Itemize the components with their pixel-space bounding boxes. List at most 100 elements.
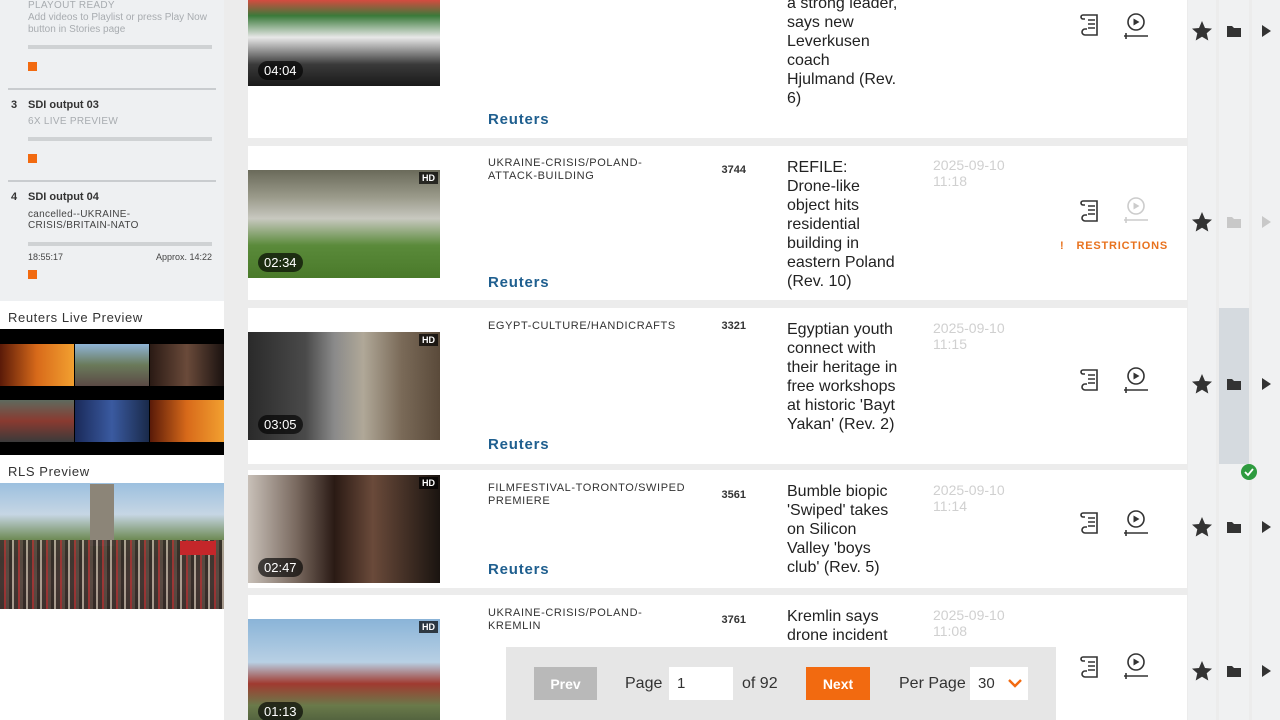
star-icon[interactable] <box>1190 659 1214 683</box>
source-label[interactable]: Reuters <box>488 436 549 453</box>
star-icon[interactable] <box>1190 19 1214 43</box>
next-button[interactable]: Next <box>806 667 870 700</box>
playout-icon[interactable] <box>1121 364 1151 394</box>
restrictions-label: RESTRICTIONS <box>1076 240 1168 252</box>
restrictions-warning[interactable]: ! RESTRICTIONS <box>1060 240 1168 252</box>
story-title[interactable]: Egyptian youth connect with their herita… <box>787 320 899 434</box>
playout-icon[interactable] <box>1121 650 1151 680</box>
story-date: 2025-09-10 11:15 <box>933 320 1005 352</box>
playout-icon[interactable] <box>1121 10 1151 40</box>
folder-icon[interactable] <box>1222 515 1246 539</box>
output-hint: Add videos to Playlist or press Play Now… <box>28 12 207 35</box>
duration-badge: 03:05 <box>258 415 303 434</box>
story-slug: UKRAINE-CRISIS/POLAND-ATTACK-BUILDING <box>488 157 643 182</box>
warning-mark: ! <box>1060 240 1065 252</box>
video-thumbnail[interactable]: 04:04 <box>248 0 440 86</box>
folder-icon-disabled <box>1227 217 1241 228</box>
source-label[interactable]: Reuters <box>488 561 549 578</box>
story-number: 3761 <box>721 614 746 626</box>
favorite-column <box>1188 0 1216 720</box>
live-preview-cell[interactable] <box>75 344 149 386</box>
play-icon[interactable] <box>1254 19 1278 43</box>
prev-button[interactable]: Prev <box>534 667 597 700</box>
per-page-value: 30 <box>978 675 995 692</box>
divider <box>8 180 216 182</box>
live-preview-cell[interactable] <box>0 400 74 442</box>
story-title[interactable]: a strong leader, says new Leverkusen coa… <box>787 0 899 108</box>
star-icon[interactable] <box>1190 515 1214 539</box>
source-label[interactable]: Reuters <box>488 111 549 128</box>
rls-preview-detail <box>180 541 216 555</box>
live-preview-grid[interactable] <box>0 329 224 455</box>
live-preview-cell[interactable] <box>150 344 224 386</box>
output-sub: 6X LIVE PREVIEW <box>28 116 119 127</box>
playout-icon-disabled <box>1124 197 1148 223</box>
play-icon[interactable] <box>1254 372 1278 396</box>
duration-badge: 02:34 <box>258 253 303 272</box>
page-label: Page <box>625 675 663 692</box>
script-icon[interactable] <box>1076 10 1106 40</box>
video-thumbnail[interactable]: HD 02:34 <box>248 170 440 278</box>
live-preview-cell[interactable] <box>0 344 74 386</box>
folder-icon[interactable] <box>1222 372 1246 396</box>
divider <box>8 88 216 90</box>
story-title[interactable]: Kremlin says drone incident <box>787 607 899 645</box>
chevron-down-icon <box>1008 679 1022 688</box>
live-preview-cell[interactable] <box>75 400 149 442</box>
per-page-select[interactable]: 30 <box>970 667 1028 700</box>
script-icon[interactable] <box>1076 365 1106 395</box>
video-thumbnail[interactable]: HD 02:47 <box>248 475 440 583</box>
page-input[interactable] <box>669 667 733 700</box>
video-thumbnail[interactable]: HD 03:05 <box>248 332 440 440</box>
script-icon[interactable] <box>1076 652 1106 682</box>
output-approx: Approx. 14:22 <box>155 252 212 262</box>
video-thumbnail[interactable]: HD 01:13 <box>248 619 440 720</box>
script-icon[interactable] <box>1076 196 1106 226</box>
story-date: 2025-09-10 11:18 <box>933 157 1005 189</box>
output-sub: cancelled--UKRAINE-CRISIS/BRITAIN-NATO <box>28 209 139 231</box>
duration-badge: 02:47 <box>258 558 303 577</box>
output-name[interactable]: SDI output 03 <box>28 99 99 111</box>
story-slug: UKRAINE-CRISIS/POLAND-KREMLIN <box>488 607 643 632</box>
output-time: 18:55:17 <box>28 252 64 262</box>
output-status-indicator <box>28 62 37 71</box>
folder-icon[interactable] <box>1222 19 1246 43</box>
playout-icon[interactable] <box>1121 507 1151 537</box>
output-status-indicator <box>28 270 37 279</box>
output-number: 3 <box>11 99 18 111</box>
story-title[interactable]: REFILE: Drone-like object hits residenti… <box>787 158 899 291</box>
live-preview-cell[interactable] <box>150 400 224 442</box>
duration-badge: 01:13 <box>258 702 303 720</box>
output-number: 4 <box>11 191 18 203</box>
output-status: PLAYOUT READY <box>28 0 115 11</box>
sidebar: PLAYOUT READY Add videos to Playlist or … <box>0 0 224 720</box>
story-number: 3561 <box>721 489 746 501</box>
play-icon[interactable] <box>1254 515 1278 539</box>
output-status-indicator <box>28 154 37 163</box>
story-number: 3321 <box>721 320 746 332</box>
outputs-panel: PLAYOUT READY Add videos to Playlist or … <box>0 0 224 301</box>
hd-badge: HD <box>419 172 438 184</box>
output-progress-bar <box>28 242 212 246</box>
hd-badge: HD <box>419 334 438 346</box>
page-count: of 92 <box>742 675 778 692</box>
added-check-icon <box>1241 464 1257 480</box>
rls-preview-title: RLS Preview <box>8 464 90 479</box>
story-number: 3744 <box>721 164 746 176</box>
play-column <box>1252 0 1280 720</box>
folder-icon[interactable] <box>1222 659 1246 683</box>
star-icon[interactable] <box>1190 372 1214 396</box>
story-date: 2025-09-10 11:14 <box>933 482 1005 514</box>
story-title[interactable]: Bumble biopic 'Swiped' takes on Silicon … <box>787 482 899 577</box>
rls-preview-detail <box>90 484 114 546</box>
play-icon[interactable] <box>1254 659 1278 683</box>
live-preview-title: Reuters Live Preview <box>8 310 143 325</box>
script-icon[interactable] <box>1076 508 1106 538</box>
output-name[interactable]: SDI output 04 <box>28 191 99 203</box>
star-icon[interactable] <box>1190 210 1214 234</box>
story-slug: EGYPT-CULTURE/HANDICRAFTS <box>488 320 676 332</box>
play-icon-disabled <box>1262 216 1271 228</box>
per-page-label: Per Page <box>899 675 966 692</box>
hd-badge: HD <box>419 477 438 489</box>
source-label[interactable]: Reuters <box>488 274 549 291</box>
